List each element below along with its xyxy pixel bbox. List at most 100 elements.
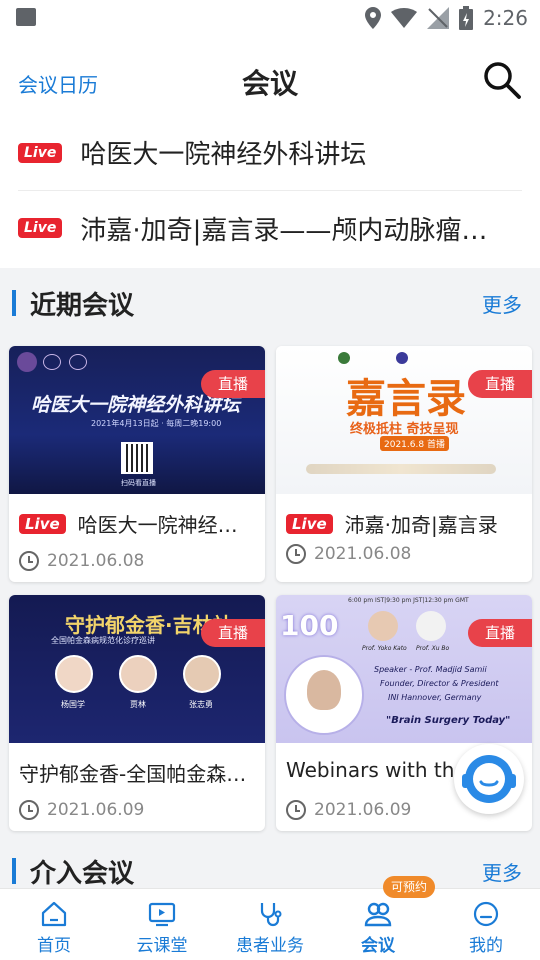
meeting-date: 2021.06.08 [19, 551, 144, 571]
tab-patient-services[interactable]: 患者业务 [216, 889, 324, 960]
clock-icon [19, 800, 39, 820]
professor-name: Prof. Yoko Kato [362, 645, 407, 652]
thumb-subtitle: 终极抵柱 奇技呈现 [350, 422, 459, 437]
customer-service-button[interactable] [454, 744, 524, 814]
stethoscope-icon [260, 903, 282, 927]
headset-icon [462, 755, 516, 803]
section-accent-bar [12, 290, 16, 316]
speaker-line: Speaker - Prof. Madjid Samii [374, 665, 487, 674]
section-accent-bar [12, 858, 16, 884]
live-badge: Live [286, 513, 333, 534]
logo-icon [43, 354, 61, 370]
profile-icon [473, 901, 499, 927]
qr-code [121, 442, 153, 474]
tab-meetings[interactable]: 会议 [324, 889, 432, 960]
section-title: 近期会议 [30, 291, 135, 321]
speaker-role: Founder, Director & President [380, 679, 499, 688]
gallery-icon [16, 8, 36, 26]
thumb-number: 100 [280, 609, 339, 642]
thumb-subtitle: 全国帕金森病规范化诊疗巡讲 [51, 636, 155, 645]
tab-profile[interactable]: 我的 [432, 889, 540, 960]
bookable-badge: 可预约 [383, 876, 436, 898]
tab-label: 患者业务 [236, 936, 304, 956]
speaker-photo [119, 655, 157, 693]
meeting-title-text: 哈医大一院神经外科讲坛 [77, 513, 257, 537]
bottom-tab-bar: 首页 云课堂 患者业务 会议 我的 [0, 888, 540, 960]
location-icon [365, 7, 382, 29]
live-list-item[interactable]: Live 哈医大一院神经外科讲坛 [18, 115, 522, 191]
meeting-thumbnail: 100 6:00 pm IST|9:30 pm JST|12:30 pm GMT… [276, 595, 532, 743]
section-title: 介入会议 [30, 859, 135, 889]
logo-icon [396, 352, 408, 364]
meeting-date-text: 2021.06.08 [314, 544, 412, 564]
status-bar: 2:26 [0, 0, 540, 36]
meeting-card-title: Live 沛嘉·加奇|嘉言录 [286, 509, 524, 538]
meeting-calendar-link[interactable]: 会议日历 [18, 69, 98, 98]
speaker-name: 杨国学 [61, 700, 85, 709]
meeting-thumbnail: 嘉言录 终极抵柱 奇技呈现 2021.6.8 首播 [276, 346, 532, 494]
live-list-item[interactable]: Live 沛嘉·加奇|嘉言录——颅内动脉瘤介入治疗 [18, 190, 522, 266]
speaker-photo [368, 611, 398, 641]
logo-icon [69, 354, 87, 370]
meeting-icon [364, 902, 392, 927]
tab-label: 会议 [361, 936, 395, 956]
tab-home[interactable]: 首页 [0, 889, 108, 960]
live-badge: Live [18, 218, 63, 238]
speaker-org: INI Hannover, Germany [388, 693, 482, 702]
speaker-name: 张志勇 [189, 700, 213, 709]
speaker-name: 贾林 [130, 700, 146, 709]
clock-icon [286, 544, 306, 564]
home-icon [41, 901, 67, 927]
meeting-date-text: 2021.06.09 [47, 800, 145, 820]
live-status-badge: 直播 [468, 370, 532, 398]
clock-icon [286, 800, 306, 820]
meeting-card[interactable]: 守护郁金香·吉林站 全国帕金森病规范化诊疗巡讲 杨国学 贾林 张志勇 直播 守护… [9, 595, 265, 831]
live-status-badge: 直播 [201, 619, 265, 647]
live-status-badge: 直播 [468, 619, 532, 647]
live-status-badge: 直播 [201, 370, 265, 398]
meeting-title-text: 沛嘉·加奇|嘉言录 [344, 513, 498, 537]
meeting-date-text: 2021.06.09 [314, 800, 412, 820]
thumb-headline: 嘉言录 [346, 375, 466, 422]
clock-time: 2:26 [483, 6, 528, 30]
meeting-card[interactable]: 嘉言录 终极抵柱 奇技呈现 2021.6.8 首播 直播 Live 沛嘉·加奇|… [276, 346, 532, 582]
meeting-card-title: 守护郁金香-全国帕金森病巡讲吉林站 [19, 758, 257, 787]
meeting-card-title: Live 哈医大一院神经外科讲坛 [19, 509, 257, 538]
wifi-icon [391, 8, 418, 28]
live-list: Live 哈医大一院神经外科讲坛 Live 沛嘉·加奇|嘉言录——颅内动脉瘤介入… [0, 112, 540, 268]
more-link[interactable]: 更多 [482, 289, 522, 318]
meeting-title-text: 守护郁金香-全国帕金森病巡讲吉林站 [19, 762, 257, 786]
clock-icon [19, 551, 39, 571]
tab-label: 我的 [469, 936, 503, 956]
meeting-date: 2021.06.08 [286, 544, 411, 564]
tab-label: 云课堂 [136, 936, 188, 956]
search-icon[interactable] [482, 60, 522, 100]
live-badge: Live [19, 513, 66, 534]
product-strip [306, 464, 496, 474]
battery-icon [459, 6, 474, 30]
video-icon [148, 902, 176, 927]
meeting-thumbnail: 守护郁金香·吉林站 全国帕金森病规范化诊疗巡讲 杨国学 贾林 张志勇 [9, 595, 265, 743]
live-item-title: 哈医大一院神经外科讲坛 [80, 140, 367, 170]
meeting-date: 2021.06.09 [286, 800, 411, 820]
meeting-thumbnail: 哈医大一院神经外科讲坛 2021年4月13日起 · 每周二晚19:00 扫码看直… [9, 346, 265, 494]
keynote-speaker-photo [286, 657, 362, 733]
thumb-subtitle: 2021年4月13日起 · 每周二晚19:00 [91, 419, 222, 428]
live-badge: Live [18, 142, 63, 163]
speaker-photo [55, 655, 93, 693]
thumb-time-line: 6:00 pm IST|9:30 pm JST|12:30 pm GMT [348, 597, 469, 604]
recent-meetings-header: 近期会议 更多 [0, 270, 540, 332]
meeting-card[interactable]: 哈医大一院神经外科讲坛 2021年4月13日起 · 每周二晚19:00 扫码看直… [9, 346, 265, 582]
meeting-title-text: Webinars with the [286, 758, 467, 782]
professor-name: Prof. Xu Bo [416, 645, 450, 652]
tab-label: 首页 [37, 936, 71, 956]
logo-icon [17, 352, 37, 372]
qr-caption: 扫码看直播 [121, 479, 156, 487]
logo-icon [338, 352, 350, 364]
meeting-date: 2021.06.09 [19, 800, 144, 820]
talk-title: "Brain Surgery Today" [386, 715, 511, 726]
speaker-photo [416, 611, 446, 641]
tab-cloud-class[interactable]: 云课堂 [108, 889, 216, 960]
thumb-date: 2021.6.8 首播 [380, 436, 449, 451]
more-link[interactable]: 更多 [482, 857, 522, 886]
